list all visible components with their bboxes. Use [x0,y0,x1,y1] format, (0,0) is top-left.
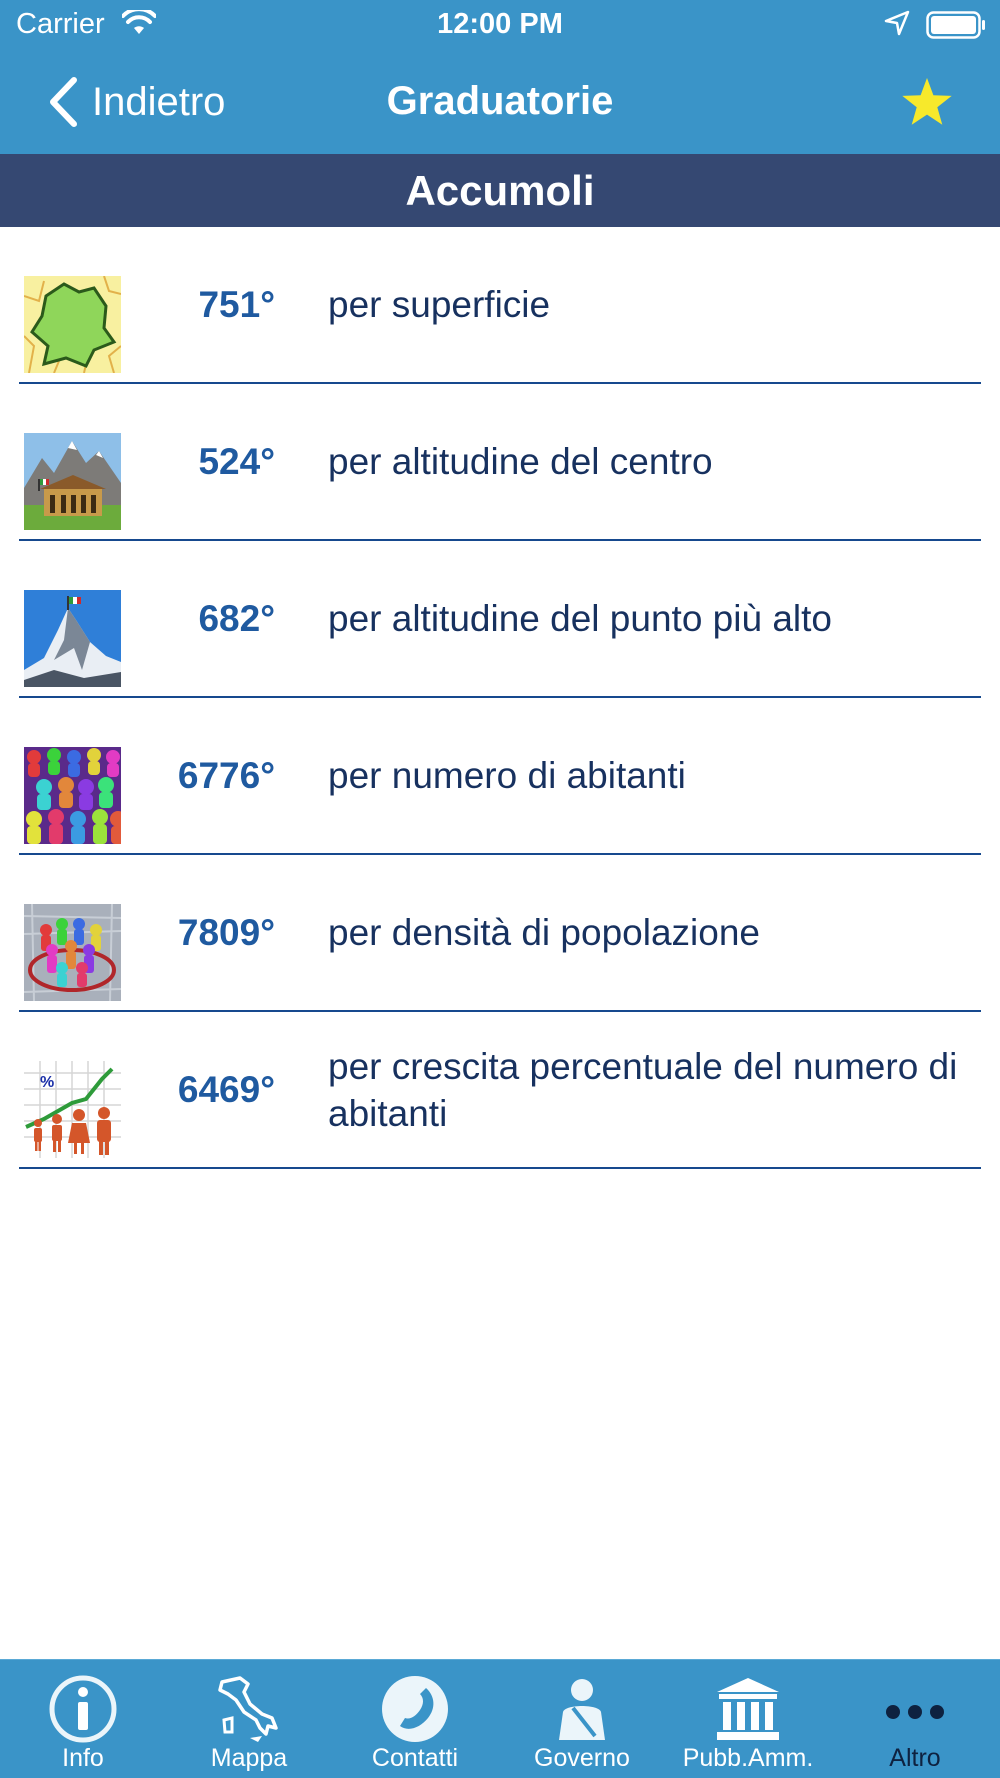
area-map-icon [24,276,121,373]
rankings-list: 751° per superficie 524° per altitudine … [0,227,1000,1169]
tab-pubb-amm[interactable]: Pubb.Amm. [665,1660,831,1778]
rank-value: 6469° [177,1069,275,1110]
tab-info[interactable]: Info [0,1660,166,1778]
location-arrow-icon [884,10,910,36]
ranking-row-inhabitants[interactable]: 6776° per numero di abitanti [0,698,1000,855]
rank-value: 6776° [177,755,275,796]
rank-description: per altitudine del punto più alto [328,598,832,639]
page-title: Graduatorie [386,79,614,123]
building-icon [717,1678,779,1740]
municipality-banner: Accumoli [0,154,1000,227]
more-icon [886,1705,944,1719]
favorite-star-icon[interactable] [900,76,954,128]
info-icon [49,1675,117,1743]
rank-value: 682° [198,598,275,639]
battery-icon [926,11,985,39]
navigation-bar: Indietro Graduatorie [0,52,1000,154]
top-bar: Carrier 12:00 PM Indietro Graduatorie [0,0,1000,154]
italy-map-icon [218,1676,278,1742]
tab-mappa[interactable]: Mappa [166,1660,332,1778]
ranking-row-density[interactable]: 7809° per densità di popolazione [0,855,1000,1012]
ranking-row-area[interactable]: 751° per superficie [0,227,1000,384]
tab-label: Mappa [210,1744,288,1772]
rank-description: per crescita percentuale del numero di a… [328,1045,958,1134]
rank-value: 751° [198,284,275,325]
rank-value: 7809° [177,912,275,953]
tab-altro[interactable]: Altro [832,1660,998,1778]
rank-value: 524° [198,441,275,482]
mayor-icon [559,1679,605,1740]
rank-description: per densità di popolazione [328,912,760,953]
status-time: 12:00 PM [437,8,563,40]
town-hall-mountain-icon [24,433,121,530]
tab-label: Contatti [371,1744,459,1772]
ranking-row-growth[interactable]: % 6469° per crescita percentuale del num… [0,1012,1000,1169]
svg-text:%: % [40,1074,54,1091]
tab-label: Altro [889,1744,941,1772]
ranking-row-peak-altitude[interactable]: 682° per altitudine del punto più alto [0,541,1000,698]
crowd-icon [24,747,121,844]
growth-chart-icon: % [24,1061,121,1158]
mountain-peak-icon [24,590,121,687]
population-density-icon [24,904,121,1001]
rank-description: per numero di abitanti [328,755,686,796]
tab-label: Info [62,1744,104,1772]
ranking-row-center-altitude[interactable]: 524° per altitudine del centro [0,384,1000,541]
tab-contatti[interactable]: Contatti [332,1660,498,1778]
tab-governo[interactable]: Governo [499,1660,665,1778]
tab-bar: Info Mappa Contatti Governo Pubb.Amm. Al… [0,1659,1000,1778]
row-separator [19,1167,981,1169]
status-bar: Carrier 12:00 PM [0,0,1000,50]
tab-label: Governo [534,1744,630,1772]
tab-label: Pubb.Amm. [682,1744,814,1772]
rank-description: per superficie [328,284,551,325]
rank-description: per altitudine del centro [328,441,713,482]
phone-icon [382,1676,448,1742]
